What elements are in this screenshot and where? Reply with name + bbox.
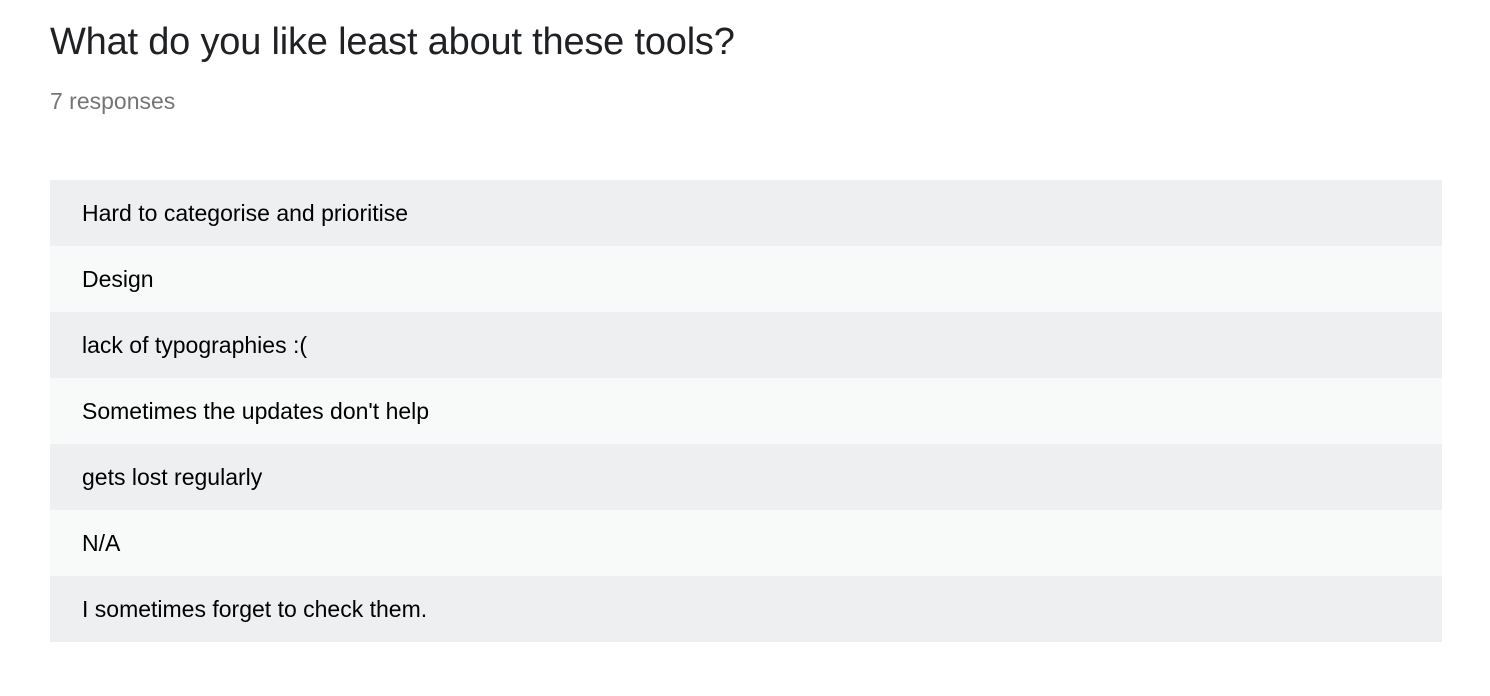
response-count: 7 responses — [50, 88, 176, 114]
response-item: gets lost regularly — [50, 444, 1442, 510]
response-item: I sometimes forget to check them. — [50, 576, 1442, 642]
response-item: Design — [50, 246, 1442, 312]
response-item: lack of typographies :( — [50, 312, 1442, 378]
question-summary-card: What do you like least about these tools… — [0, 0, 1490, 696]
response-item: Sometimes the updates don't help — [50, 378, 1442, 444]
response-list: Hard to categorise and prioritise Design… — [50, 180, 1442, 642]
response-item: Hard to categorise and prioritise — [50, 180, 1442, 246]
response-item: N/A — [50, 510, 1442, 576]
question-title: What do you like least about these tools… — [50, 21, 735, 63]
